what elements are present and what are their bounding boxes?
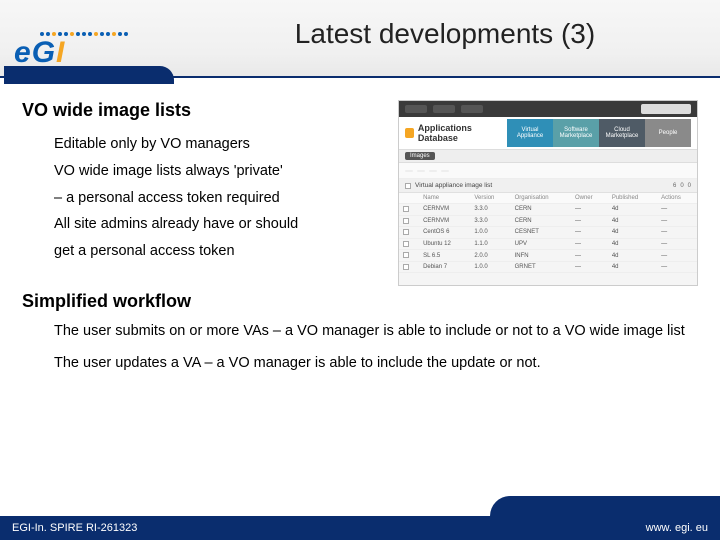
shot-tile: Software Marketplace bbox=[553, 119, 599, 147]
logo-tab-shape bbox=[4, 66, 174, 84]
section2-para: The user updates a VA – a VO manager is … bbox=[54, 354, 698, 374]
shot-header: Applications Database Virtual Appliance … bbox=[399, 117, 697, 149]
table-row: CentOS 61.0.0CESNET—4d— bbox=[399, 227, 697, 239]
shot-topbar bbox=[399, 101, 697, 117]
shot-logo-icon bbox=[405, 128, 414, 138]
logo-letter-i: I bbox=[56, 36, 65, 69]
table-row: SL 6.52.0.0INFN—4d— bbox=[399, 250, 697, 262]
appdb-screenshot: Applications Database Virtual Appliance … bbox=[398, 100, 698, 286]
egi-logo: eGI bbox=[4, 2, 164, 76]
shot-list-bar: Virtual appliance image list 6 0 0 bbox=[399, 179, 697, 193]
shot-nav-tiles: Virtual Appliance Software Marketplace C… bbox=[507, 119, 691, 147]
section2-para: The user submits on or more VAs – a VO m… bbox=[54, 322, 698, 342]
shot-tile: Cloud Marketplace bbox=[599, 119, 645, 147]
table-row: CERNVM3.3.0CERN—4d— bbox=[399, 215, 697, 227]
header-band: eGI Latest developments (3) bbox=[0, 0, 720, 78]
shot-brand: Applications Database bbox=[418, 123, 503, 143]
footer-left: EGI-In. SPIRE RI-261323 bbox=[12, 522, 137, 534]
shot-subnav: Images bbox=[399, 149, 697, 163]
logo-dots-arc bbox=[4, 2, 164, 36]
shot-tile: People bbox=[645, 119, 691, 147]
shot-list-name: Virtual appliance image list bbox=[415, 182, 492, 189]
section2-heading: Simplified workflow bbox=[22, 291, 698, 312]
footer-curve bbox=[490, 496, 720, 516]
shot-tile: Virtual Appliance bbox=[507, 119, 553, 147]
table-row: CERNVM3.3.0CERN—4d— bbox=[399, 204, 697, 216]
logo-text: eGI bbox=[14, 36, 65, 70]
logo-letter-g: G bbox=[32, 36, 56, 69]
table-row: Ubuntu 121.1.0UPV—4d— bbox=[399, 238, 697, 250]
logo-letter-e: e bbox=[14, 36, 32, 69]
shot-table: NameVersionOrganisationOwnerPublishedAct… bbox=[399, 193, 697, 273]
table-row: Debian 71.0.0GRNET—4d— bbox=[399, 261, 697, 273]
footer-bar: EGI-In. SPIRE RI-261323 www. egi. eu bbox=[0, 516, 720, 540]
slide-body: Applications Database Virtual Appliance … bbox=[22, 100, 698, 500]
shot-tag-bar bbox=[399, 163, 697, 179]
slide-title: Latest developments (3) bbox=[190, 18, 700, 50]
footer-right: www. egi. eu bbox=[646, 522, 708, 534]
shot-active-tab: Images bbox=[405, 152, 435, 160]
